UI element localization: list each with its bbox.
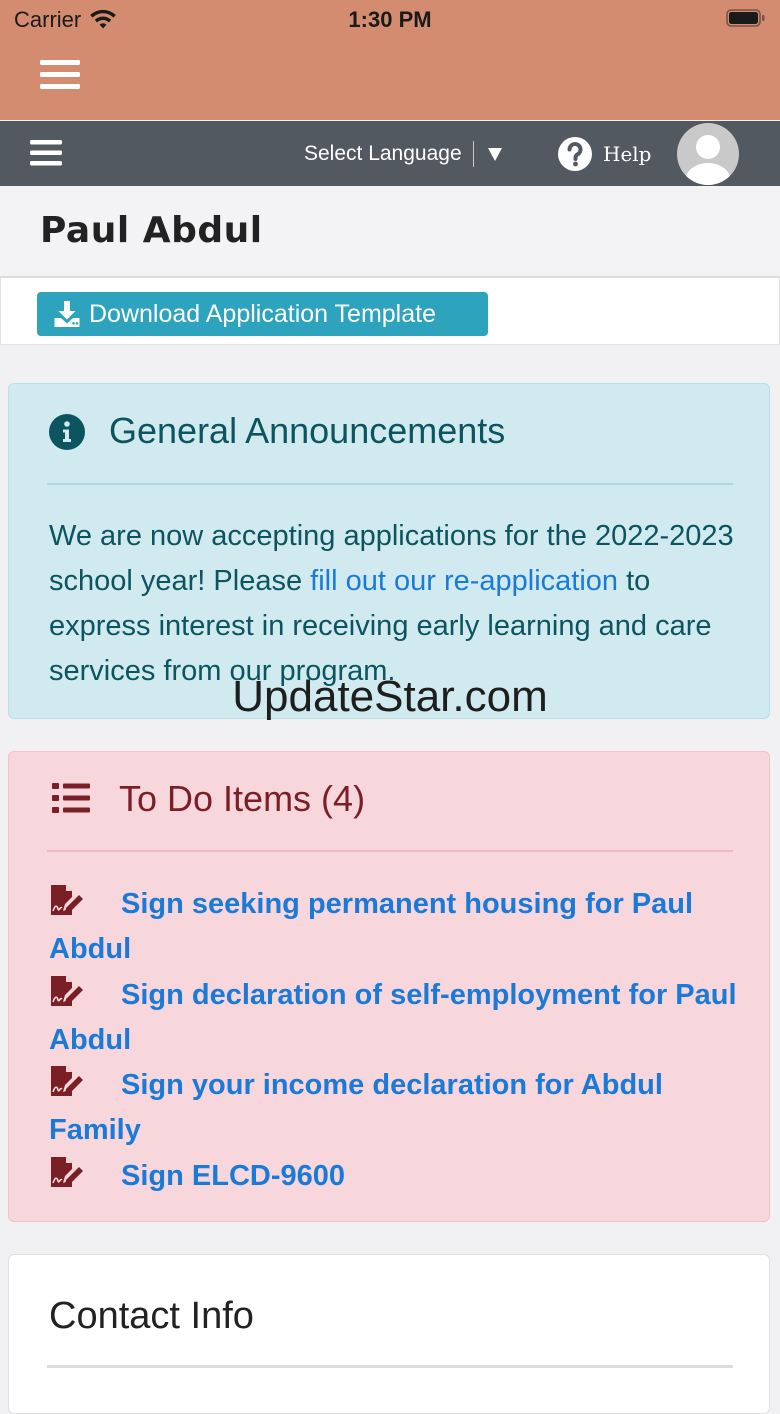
app-hamburger-menu-icon[interactable] bbox=[38, 56, 82, 94]
todo-item-label[interactable]: Sign seeking permanent housing for Paul … bbox=[49, 888, 693, 965]
todo-item-label[interactable]: Sign your income declaration for Abdul F… bbox=[49, 1069, 663, 1146]
language-select[interactable]: Select Language bbox=[304, 139, 503, 169]
caret-down-icon bbox=[487, 148, 502, 161]
info-circle-icon bbox=[49, 414, 85, 450]
language-select-divider bbox=[472, 141, 474, 167]
hamburger-menu-icon[interactable] bbox=[28, 137, 64, 169]
signature-icon bbox=[51, 975, 83, 1006]
list-icon bbox=[52, 783, 90, 813]
download-toolbar: Download Application Template bbox=[0, 278, 780, 345]
announcements-title: General Announcements bbox=[109, 410, 506, 451]
download-button-label: Download Application Template bbox=[89, 299, 436, 328]
contact-info-card: Contact Info bbox=[8, 1254, 770, 1414]
top-navbar: Select Language Help bbox=[0, 121, 780, 186]
help-label: Help bbox=[603, 142, 652, 166]
question-circle-icon bbox=[558, 137, 592, 171]
announcements-card: General Announcements We are now accepti… bbox=[8, 383, 770, 719]
todo-card: To Do Items (4) Sign seeking permanent h… bbox=[8, 751, 770, 1222]
download-application-template-button[interactable]: Download Application Template bbox=[37, 292, 488, 336]
help-link[interactable]: Help bbox=[557, 134, 651, 174]
signature-icon bbox=[51, 885, 83, 915]
todo-title: To Do Items (4) bbox=[119, 778, 366, 819]
language-select-label: Select Language bbox=[304, 142, 462, 165]
todo-item[interactable]: Sign ELCD-9600 bbox=[49, 1154, 739, 1199]
todo-divider bbox=[47, 850, 733, 852]
todo-item-label[interactable]: Sign declaration of self-employment for … bbox=[49, 979, 737, 1056]
announcements-divider bbox=[47, 483, 733, 485]
contact-info-title: Contact Info bbox=[49, 1295, 254, 1337]
user-avatar-icon[interactable] bbox=[677, 123, 739, 185]
contact-info-divider bbox=[47, 1365, 733, 1368]
todo-item[interactable]: Sign your income declaration for Abdul F… bbox=[49, 1063, 739, 1154]
status-bar: Carrier 1:30 PM bbox=[0, 0, 780, 120]
signature-icon bbox=[51, 1066, 83, 1097]
announcement-body: We are now accepting applications for th… bbox=[49, 514, 739, 694]
reapplication-link[interactable]: fill out our re-application bbox=[310, 565, 618, 597]
todo-list: Sign seeking permanent housing for Paul … bbox=[49, 882, 739, 1199]
status-time: 1:30 PM bbox=[348, 7, 432, 32]
todo-item[interactable]: Sign declaration of self-employment for … bbox=[49, 973, 739, 1064]
todo-item-label[interactable]: Sign ELCD-9600 bbox=[121, 1160, 345, 1192]
download-icon bbox=[54, 301, 80, 327]
battery-icon bbox=[726, 9, 765, 27]
profile-header: Paul Abdul bbox=[0, 186, 780, 278]
profile-name: Paul Abdul bbox=[40, 210, 263, 251]
todo-item[interactable]: Sign seeking permanent housing for Paul … bbox=[49, 882, 739, 973]
signature-icon bbox=[51, 1156, 83, 1187]
